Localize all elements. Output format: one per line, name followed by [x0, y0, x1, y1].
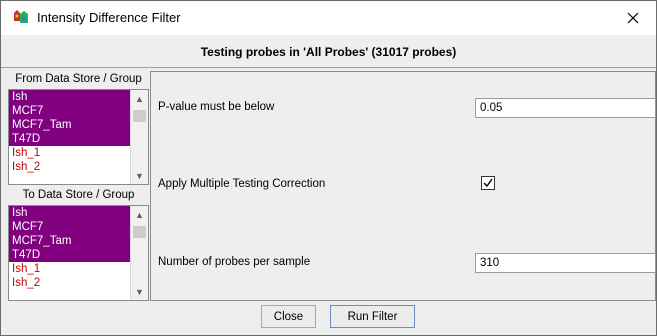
- scroll-thumb[interactable]: [133, 110, 146, 122]
- dialog-window: Intensity Difference Filter Testing prob…: [0, 0, 657, 336]
- list-item[interactable]: T47D: [9, 248, 130, 262]
- to-group-label: To Data Store / Group: [22, 189, 135, 201]
- data-store-selection: From Data Store / Group Ish MCF7 MCF7_Tam T…: [8, 71, 149, 301]
- list-item[interactable]: T47D: [9, 132, 130, 146]
- to-data-store-list[interactable]: Ish MCF7 MCF7_Tam T47D Ish_1 Ish_2 ▲ ▼: [8, 205, 149, 301]
- from-group-label: From Data Store / Group: [15, 73, 142, 85]
- scroll-down-arrow-icon[interactable]: ▼: [131, 168, 148, 183]
- scroll-thumb[interactable]: [133, 226, 146, 238]
- filter-options-panel: P-value must be below Apply Multiple Tes…: [150, 71, 656, 301]
- multiple-testing-correction-checkbox[interactable]: [481, 176, 495, 190]
- close-button[interactable]: Close: [261, 305, 316, 328]
- to-list-items: Ish MCF7 MCF7_Tam T47D Ish_1 Ish_2: [9, 206, 130, 290]
- window-title: Intensity Difference Filter: [37, 10, 181, 25]
- list-item[interactable]: Ish_2: [9, 160, 130, 174]
- list-item[interactable]: Ish_1: [9, 146, 130, 160]
- list-item[interactable]: Ish: [9, 90, 130, 104]
- run-filter-button[interactable]: Run Filter: [330, 305, 415, 328]
- pvalue-input[interactable]: [475, 98, 656, 118]
- list-item[interactable]: MCF7_Tam: [9, 234, 130, 248]
- list-item[interactable]: MCF7: [9, 220, 130, 234]
- from-list-items: Ish MCF7 MCF7_Tam T47D Ish_1 Ish_2: [9, 90, 130, 174]
- seqmonk-app-icon: [12, 9, 30, 26]
- testing-probes-header: Testing probes in 'All Probes' (31017 pr…: [200, 45, 457, 59]
- list-item[interactable]: Ish_1: [9, 262, 130, 276]
- list-item[interactable]: MCF7_Tam: [9, 118, 130, 132]
- checkmark-icon: [483, 178, 493, 188]
- pvalue-label: P-value must be below: [158, 101, 275, 113]
- probes-per-sample-label: Number of probes per sample: [158, 256, 311, 268]
- probes-per-sample-input[interactable]: [475, 253, 656, 273]
- scroll-up-arrow-icon[interactable]: ▲: [131, 207, 148, 222]
- header-divider: [1, 67, 656, 68]
- from-data-store-list[interactable]: Ish MCF7 MCF7_Tam T47D Ish_1 Ish_2 ▲ ▼: [8, 89, 149, 185]
- scroll-up-arrow-icon[interactable]: ▲: [131, 91, 148, 106]
- list-item[interactable]: MCF7: [9, 104, 130, 118]
- correction-label: Apply Multiple Testing Correction: [158, 178, 326, 190]
- from-list-scrollbar[interactable]: ▲ ▼: [130, 90, 148, 184]
- list-item[interactable]: Ish: [9, 206, 130, 220]
- to-list-scrollbar[interactable]: ▲ ▼: [130, 206, 148, 300]
- list-item[interactable]: Ish_2: [9, 276, 130, 290]
- close-window-button[interactable]: [610, 1, 656, 35]
- scroll-down-arrow-icon[interactable]: ▼: [131, 284, 148, 299]
- title-bar: Intensity Difference Filter: [1, 1, 656, 35]
- close-icon: [627, 12, 639, 24]
